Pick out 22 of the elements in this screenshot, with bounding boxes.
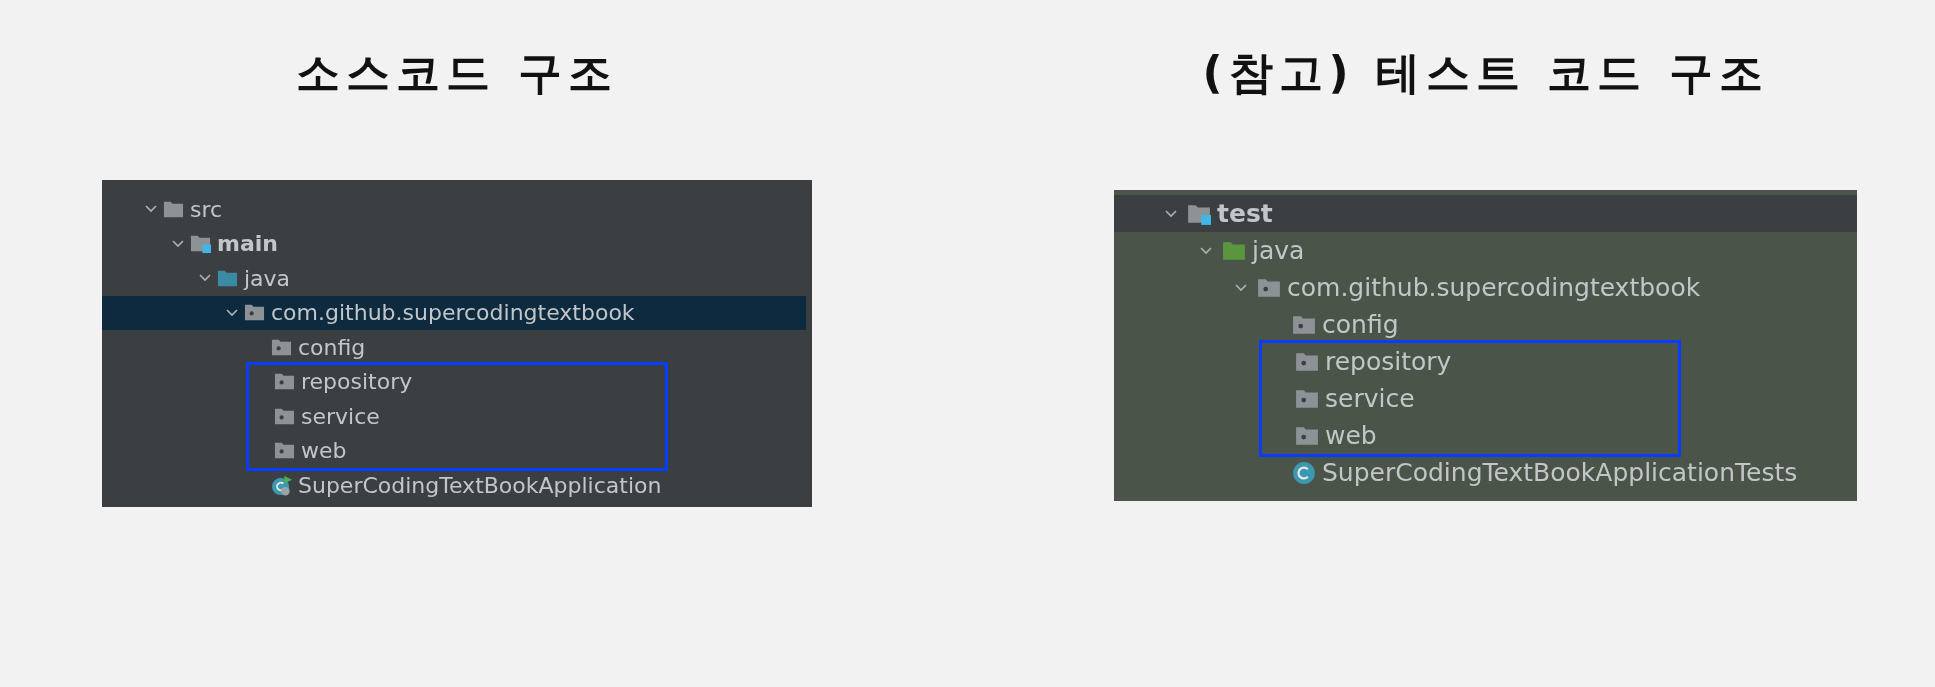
module-folder-icon <box>190 233 211 255</box>
chevron-down-icon[interactable] <box>1164 209 1177 218</box>
tree-row[interactable]: SuperCodingTextBookApplication <box>102 468 812 503</box>
tree-row[interactable]: java <box>102 261 812 296</box>
chevron-down-icon[interactable] <box>1199 246 1212 255</box>
chevron-down-icon[interactable] <box>144 205 157 214</box>
tree-row[interactable]: repository <box>249 364 665 399</box>
chevron-down-icon[interactable] <box>225 308 238 317</box>
tree-row[interactable]: service <box>249 399 665 434</box>
chevron-down-icon[interactable] <box>171 239 184 248</box>
chevron-down-icon[interactable] <box>198 274 211 283</box>
tree-row[interactable]: com.github.supercodingtextbook <box>102 295 806 330</box>
slide-heading: 소스코드 구조 <box>296 46 618 100</box>
class-icon <box>1292 460 1316 485</box>
chevron-down-icon[interactable] <box>1234 283 1247 292</box>
tree-row[interactable]: web <box>249 433 665 468</box>
tree-row[interactable]: test <box>1114 195 1857 232</box>
tree-row[interactable]: src <box>102 192 812 227</box>
tree-row[interactable]: main <box>102 226 812 261</box>
tree-row[interactable]: config <box>102 330 812 365</box>
application-class-icon <box>271 474 292 496</box>
slide-heading: (참고) 테스트 코드 구조 <box>1202 46 1769 100</box>
